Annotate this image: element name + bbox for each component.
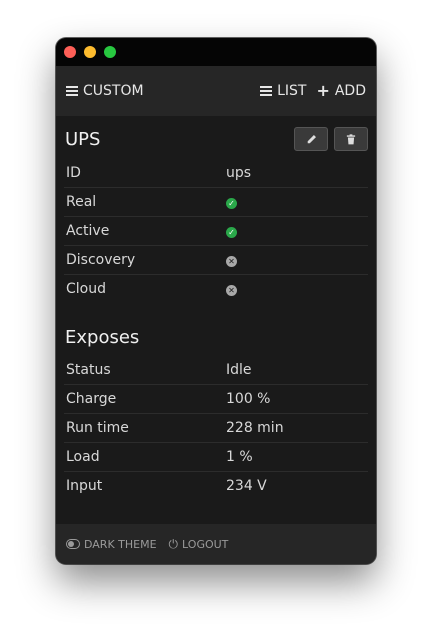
row-value: 234 V	[226, 478, 267, 494]
row-value: Idle	[226, 362, 252, 378]
row-cloud: Cloud ✕	[64, 275, 368, 303]
row-real: Real ✓	[64, 188, 368, 217]
dark-theme-toggle[interactable]: DARK THEME	[66, 538, 157, 551]
list-button[interactable]: LIST	[260, 83, 306, 99]
power-icon: ⏻	[168, 536, 179, 551]
content: UPS ID ups Real ✓ Active ✓ Discovery ✕ C…	[56, 116, 376, 524]
device-title: UPS	[65, 128, 101, 150]
plus-icon: +	[316, 81, 330, 100]
exposes-header: Exposes	[64, 303, 368, 349]
app-window: CUSTOM LIST + ADD UPS ID ups Real ✓ Acti…	[56, 38, 376, 564]
row-value: 1 %	[226, 449, 253, 465]
logout-button[interactable]: ⏻ LOGOUT	[169, 537, 229, 552]
row-status: Status Idle	[64, 356, 368, 385]
list-bars-icon	[260, 86, 273, 96]
x-circle-icon: ✕	[226, 256, 237, 267]
row-input: Input 234 V	[64, 472, 368, 500]
list-label: LIST	[277, 83, 307, 99]
pencil-icon	[307, 134, 316, 143]
row-value: ups	[226, 165, 252, 181]
row-charge: Charge 100 %	[64, 385, 368, 414]
row-key: Active	[66, 223, 110, 239]
row-value: 228 min	[226, 420, 284, 436]
delete-button[interactable]	[334, 127, 368, 151]
exposes-table: Status Idle Charge 100 % Run time 228 mi…	[64, 356, 368, 500]
add-button[interactable]: + ADD	[316, 81, 366, 100]
device-table: ID ups Real ✓ Active ✓ Discovery ✕ Cloud…	[64, 159, 368, 303]
navbar: CUSTOM LIST + ADD	[56, 66, 376, 116]
title-bar	[56, 38, 376, 66]
minimize-window-button[interactable]	[84, 46, 96, 58]
device-actions	[294, 127, 368, 151]
row-key: Discovery	[66, 252, 136, 268]
custom-label: CUSTOM	[83, 83, 144, 99]
row-discovery: Discovery ✕	[64, 246, 368, 275]
row-load: Load 1 %	[64, 443, 368, 472]
row-key: Real	[66, 194, 97, 210]
device-header: UPS	[64, 116, 368, 152]
toggle-icon	[66, 539, 80, 549]
row-key: Status	[66, 362, 111, 378]
row-key: Charge	[66, 391, 117, 407]
nav-actions: LIST + ADD	[260, 83, 366, 99]
row-active: Active ✓	[64, 217, 368, 246]
trash-icon	[346, 133, 356, 144]
footer: DARK THEME ⏻ LOGOUT	[56, 524, 376, 564]
row-key: Run time	[66, 420, 129, 436]
row-run-time: Run time 228 min	[64, 414, 368, 443]
add-label: ADD	[334, 83, 366, 99]
check-circle-icon: ✓	[226, 198, 237, 209]
logout-label: LOGOUT	[182, 537, 229, 551]
row-key: Input	[66, 478, 103, 494]
zoom-window-button[interactable]	[104, 46, 116, 58]
row-key: ID	[66, 165, 81, 181]
exposes-title: Exposes	[65, 326, 140, 348]
x-circle-icon: ✕	[226, 285, 237, 296]
close-window-button[interactable]	[64, 46, 76, 58]
edit-button[interactable]	[294, 127, 328, 151]
check-circle-icon: ✓	[226, 227, 237, 238]
custom-menu[interactable]: CUSTOM	[66, 83, 144, 99]
row-key: Load	[66, 449, 100, 465]
row-id: ID ups	[64, 159, 368, 188]
menu-bars-icon	[66, 86, 78, 96]
dark-theme-label: DARK THEME	[84, 537, 157, 551]
row-key: Cloud	[66, 281, 106, 297]
row-value: 100 %	[226, 391, 271, 407]
